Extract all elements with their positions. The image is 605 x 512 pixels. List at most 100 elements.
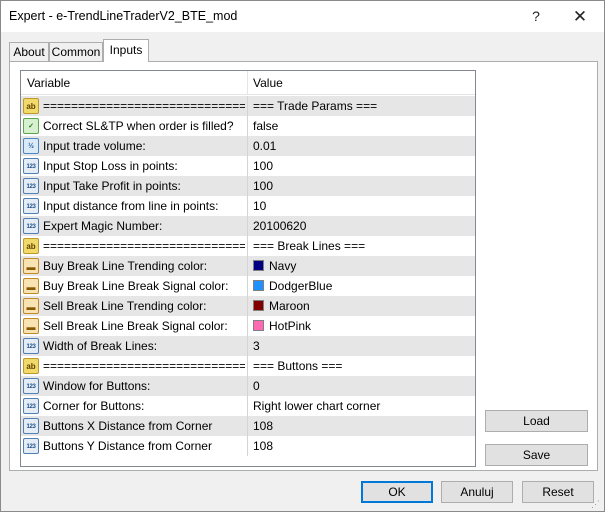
variable-value[interactable]: 10 bbox=[253, 199, 266, 213]
tab-about[interactable]: About bbox=[9, 42, 49, 62]
variable-name: Corner for Buttons: bbox=[43, 399, 145, 413]
table-row[interactable]: 123 Input distance from line in points: 10 bbox=[21, 196, 475, 216]
table-row[interactable]: 123 Width of Break Lines: 3 bbox=[21, 336, 475, 356]
variable-name: Sell Break Line Trending color: bbox=[43, 299, 207, 313]
variable-value[interactable]: Maroon bbox=[269, 299, 310, 313]
table-row[interactable]: ▬ Buy Break Line Trending color: Navy bbox=[21, 256, 475, 276]
variable-value[interactable]: 3 bbox=[253, 339, 260, 353]
variable-name: Correct SL&TP when order is filled? bbox=[43, 119, 234, 133]
table-row[interactable]: ab =================================... ==… bbox=[21, 356, 475, 376]
variable-value[interactable]: false bbox=[253, 119, 278, 133]
integer-type-icon: 123 bbox=[23, 158, 39, 174]
variable-name: Input distance from line in points: bbox=[43, 199, 219, 213]
cell-divider bbox=[247, 436, 248, 456]
cell-divider bbox=[247, 96, 248, 116]
integer-type-icon: 123 bbox=[23, 398, 39, 414]
variable-value[interactable]: HotPink bbox=[269, 319, 311, 333]
table-row[interactable]: ½ Input trade volume: 0.01 bbox=[21, 136, 475, 156]
cell-divider bbox=[247, 236, 248, 256]
table-row[interactable]: ▬ Sell Break Line Trending color: Maroon bbox=[21, 296, 475, 316]
variable-value[interactable]: 108 bbox=[253, 439, 273, 453]
grid-header: Variable Value bbox=[21, 71, 475, 95]
integer-type-icon: 123 bbox=[23, 378, 39, 394]
expert-dialog: Expert - e-TrendLineTraderV2_BTE_mod ? ✕… bbox=[0, 0, 605, 512]
variable-name: Buttons Y Distance from Corner bbox=[43, 439, 212, 453]
title-bar[interactable]: Expert - e-TrendLineTraderV2_BTE_mod ? ✕ bbox=[1, 1, 604, 32]
variable-value[interactable]: Navy bbox=[269, 259, 296, 273]
column-header-value[interactable]: Value bbox=[253, 76, 283, 90]
variable-name: Input Stop Loss in points: bbox=[43, 159, 178, 173]
reset-button[interactable]: Reset bbox=[522, 481, 594, 503]
table-row[interactable]: ab =================================... ==… bbox=[21, 236, 475, 256]
variable-value[interactable]: === Break Lines === bbox=[253, 239, 365, 253]
variable-value[interactable]: === Buttons === bbox=[253, 359, 342, 373]
ok-button[interactable]: OK bbox=[361, 481, 433, 503]
column-divider[interactable] bbox=[247, 71, 248, 95]
inputs-panel: Variable Value ab =======================… bbox=[9, 61, 598, 471]
color-swatch bbox=[253, 260, 264, 271]
table-row[interactable]: 123 Buttons Y Distance from Corner 108 bbox=[21, 436, 475, 456]
variable-value[interactable]: 100 bbox=[253, 179, 273, 193]
integer-type-icon: 123 bbox=[23, 218, 39, 234]
variable-name: Buttons X Distance from Corner bbox=[43, 419, 213, 433]
table-row[interactable]: ✓ Correct SL&TP when order is filled? fals… bbox=[21, 116, 475, 136]
variable-name: Buy Break Line Trending color: bbox=[43, 259, 208, 273]
help-icon[interactable]: ? bbox=[514, 1, 558, 32]
variable-name: =================================... bbox=[43, 99, 245, 113]
cell-divider bbox=[247, 216, 248, 236]
resize-grip-icon[interactable]: ⋰ bbox=[591, 498, 603, 510]
table-row[interactable]: 123 Input Stop Loss in points: 100 bbox=[21, 156, 475, 176]
column-header-variable[interactable]: Variable bbox=[27, 76, 70, 90]
tab-common[interactable]: Common bbox=[49, 42, 103, 62]
table-row[interactable]: ▬ Sell Break Line Break Signal color: HotP… bbox=[21, 316, 475, 336]
double-type-icon: ½ bbox=[23, 138, 39, 154]
tab-inputs[interactable]: Inputs bbox=[103, 39, 149, 62]
cell-divider bbox=[247, 116, 248, 136]
bool-type-icon: ✓ bbox=[23, 118, 39, 134]
table-row[interactable]: 123 Window for Buttons: 0 bbox=[21, 376, 475, 396]
variable-value[interactable]: === Trade Params === bbox=[253, 99, 377, 113]
variable-value[interactable]: 0.01 bbox=[253, 139, 276, 153]
cell-divider bbox=[247, 276, 248, 296]
color-swatch bbox=[253, 280, 264, 291]
cell-divider bbox=[247, 356, 248, 376]
load-button[interactable]: Load bbox=[485, 410, 588, 432]
variable-value[interactable]: 100 bbox=[253, 159, 273, 173]
color-swatch bbox=[253, 320, 264, 331]
cell-divider bbox=[247, 296, 248, 316]
cell-divider bbox=[247, 336, 248, 356]
cell-divider bbox=[247, 176, 248, 196]
cell-divider bbox=[247, 376, 248, 396]
string-type-icon: ab bbox=[23, 358, 39, 374]
table-row[interactable]: ab =================================... ==… bbox=[21, 96, 475, 116]
integer-type-icon: 123 bbox=[23, 178, 39, 194]
cancel-button[interactable]: Anuluj bbox=[441, 481, 513, 503]
variable-name: Window for Buttons: bbox=[43, 379, 151, 393]
variable-name: =================================... bbox=[43, 239, 245, 253]
save-button[interactable]: Save bbox=[485, 444, 588, 466]
table-row[interactable]: 123 Input Take Profit in points: 100 bbox=[21, 176, 475, 196]
cell-divider bbox=[247, 416, 248, 436]
variable-value[interactable]: 20100620 bbox=[253, 219, 306, 233]
variable-name: =================================... bbox=[43, 359, 245, 373]
integer-type-icon: 123 bbox=[23, 438, 39, 454]
integer-type-icon: 123 bbox=[23, 198, 39, 214]
integer-type-icon: 123 bbox=[23, 418, 39, 434]
cell-divider bbox=[247, 316, 248, 336]
variable-value[interactable]: 108 bbox=[253, 419, 273, 433]
variable-name: Input Take Profit in points: bbox=[43, 179, 181, 193]
table-row[interactable]: 123 Expert Magic Number: 20100620 bbox=[21, 216, 475, 236]
color-type-icon: ▬ bbox=[23, 278, 39, 294]
string-type-icon: ab bbox=[23, 238, 39, 254]
cell-divider bbox=[247, 156, 248, 176]
variable-value[interactable]: 0 bbox=[253, 379, 260, 393]
table-row[interactable]: ▬ Buy Break Line Break Signal color: Dodge… bbox=[21, 276, 475, 296]
variable-name: Buy Break Line Break Signal color: bbox=[43, 279, 229, 293]
close-icon[interactable]: ✕ bbox=[558, 1, 602, 32]
table-row[interactable]: 123 Corner for Buttons: Right lower chart … bbox=[21, 396, 475, 416]
variable-value[interactable]: DodgerBlue bbox=[269, 279, 332, 293]
inputs-grid[interactable]: Variable Value ab =======================… bbox=[20, 70, 476, 467]
variable-value[interactable]: Right lower chart corner bbox=[253, 399, 380, 413]
table-row[interactable]: 123 Buttons X Distance from Corner 108 bbox=[21, 416, 475, 436]
cell-divider bbox=[247, 136, 248, 156]
